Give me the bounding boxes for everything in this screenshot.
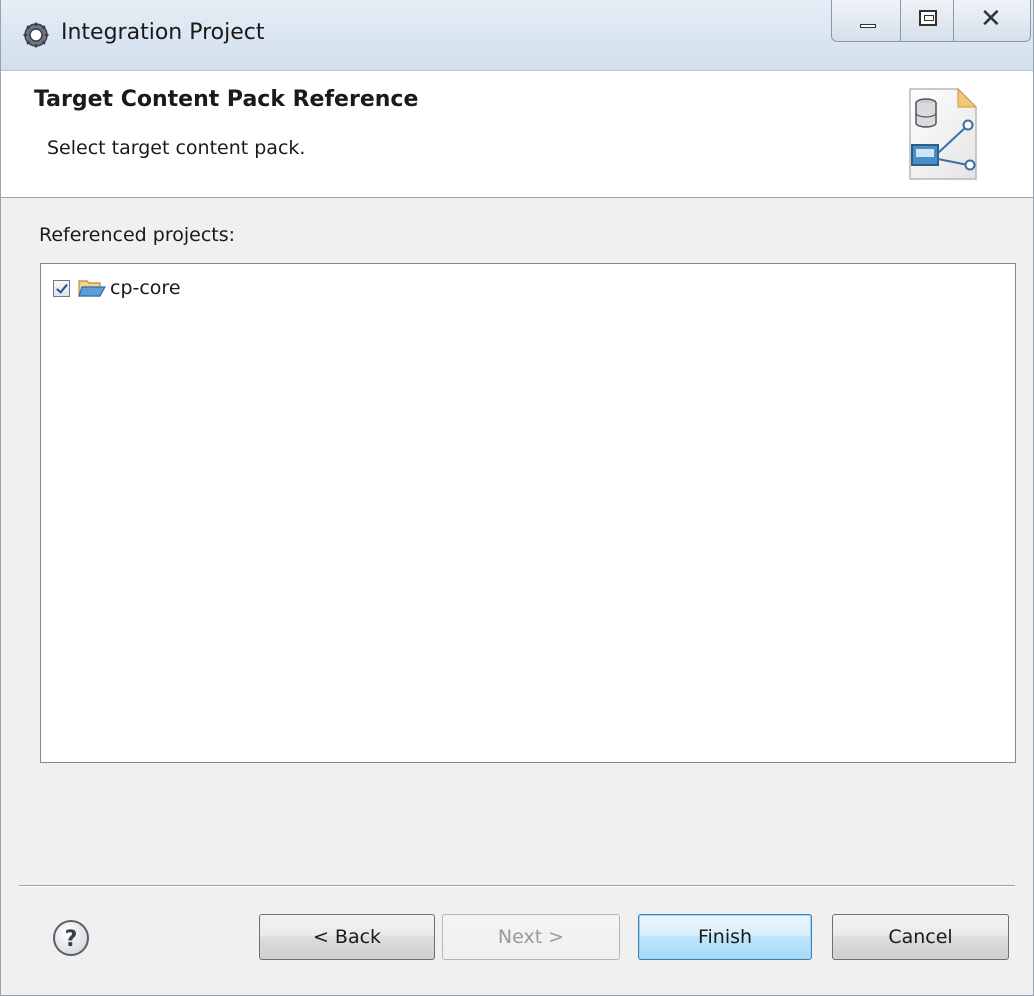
page-description: Select target content pack.: [47, 137, 306, 159]
maximize-button[interactable]: [900, 0, 954, 42]
referenced-projects-list[interactable]: cp-core: [40, 263, 1016, 763]
project-name: cp-core: [110, 277, 181, 299]
svg-text:?: ?: [65, 927, 78, 952]
minimize-button[interactable]: [831, 0, 901, 42]
finish-button[interactable]: Finish: [638, 914, 812, 960]
title-bar[interactable]: Integration Project ✕: [1, 0, 1033, 71]
back-button[interactable]: < Back: [259, 914, 435, 960]
content-pack-wizard-icon: [896, 81, 996, 185]
eclipse-gear-icon: [23, 22, 49, 48]
footer-separator: [19, 885, 1015, 887]
minimize-icon: [860, 24, 876, 28]
maximize-icon: [919, 10, 937, 26]
next-button[interactable]: Next >: [442, 914, 620, 960]
page-title: Target Content Pack Reference: [34, 87, 419, 112]
close-button[interactable]: ✕: [953, 0, 1031, 42]
open-folder-icon: [78, 277, 107, 299]
help-icon[interactable]: ?: [51, 918, 91, 958]
referenced-projects-label: Referenced projects:: [39, 224, 236, 246]
close-icon: ✕: [980, 4, 1002, 34]
window-title: Integration Project: [61, 20, 265, 45]
project-checkbox[interactable]: [53, 279, 70, 297]
wizard-window: Integration Project ✕ Target Content Pac…: [0, 0, 1034, 996]
wizard-header: Target Content Pack Reference Select tar…: [1, 71, 1033, 198]
list-item[interactable]: cp-core: [53, 274, 181, 302]
cancel-button[interactable]: Cancel: [832, 914, 1009, 960]
